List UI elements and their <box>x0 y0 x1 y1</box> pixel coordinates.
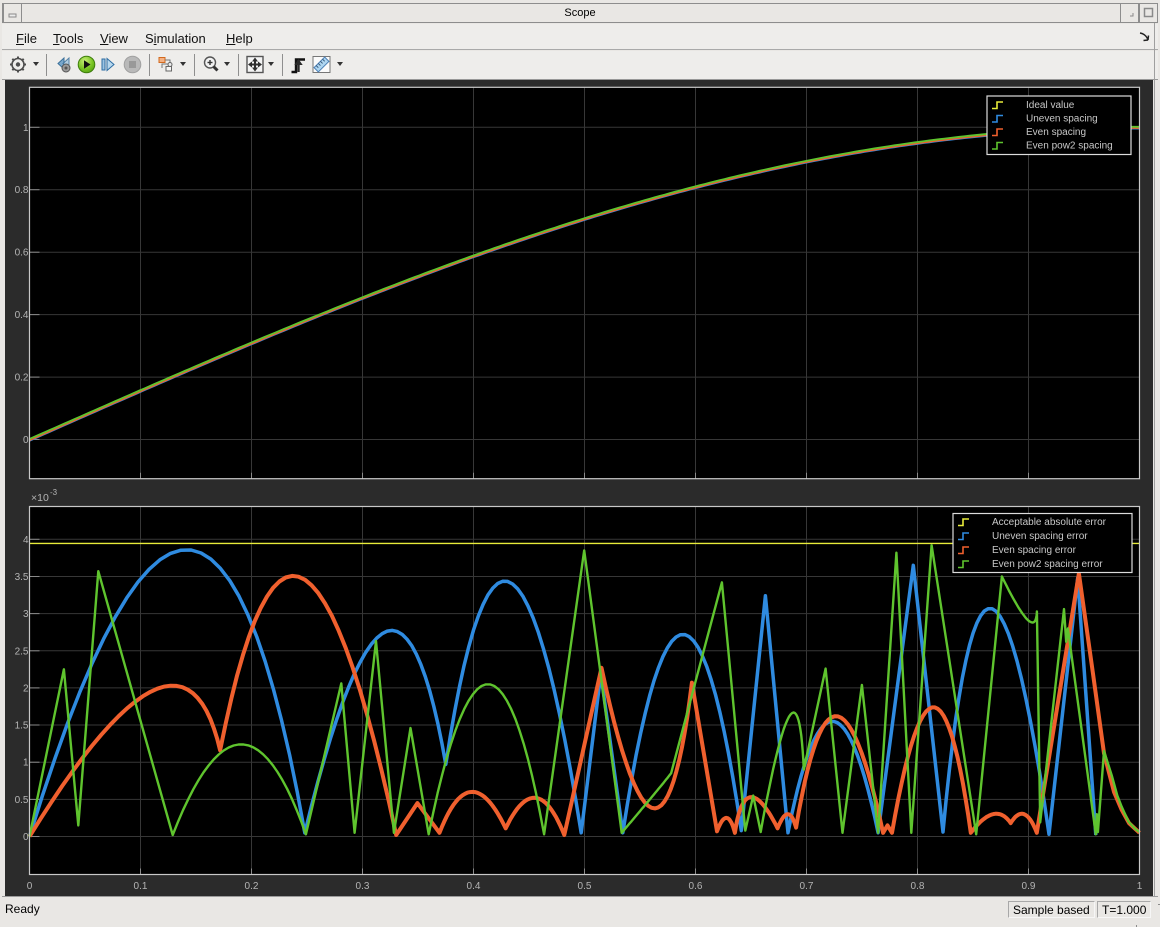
svg-text:0.2: 0.2 <box>245 881 259 892</box>
svg-text:0.9: 0.9 <box>1022 881 1036 892</box>
svg-text:1: 1 <box>23 758 29 769</box>
svg-text:0: 0 <box>23 435 29 446</box>
svg-text:Acceptable absolute error: Acceptable absolute error <box>992 517 1107 528</box>
svg-text:Even pow2 spacing error: Even pow2 spacing error <box>992 559 1103 570</box>
svg-text:-3: -3 <box>50 488 58 497</box>
svg-text:0.4: 0.4 <box>15 310 29 321</box>
svg-text:0.2: 0.2 <box>15 373 29 384</box>
svg-text:0: 0 <box>23 832 29 843</box>
svg-text:0.4: 0.4 <box>467 881 481 892</box>
svg-text:0.5: 0.5 <box>578 881 592 892</box>
svg-text:Even spacing: Even spacing <box>1026 127 1086 138</box>
svg-text:0.7: 0.7 <box>800 881 814 892</box>
svg-text:Ideal value: Ideal value <box>1026 100 1075 111</box>
svg-text:2.5: 2.5 <box>15 646 29 657</box>
svg-text:Even spacing error: Even spacing error <box>992 545 1077 556</box>
svg-text:Uneven spacing: Uneven spacing <box>1026 114 1098 125</box>
svg-text:4: 4 <box>23 535 29 546</box>
svg-text:Uneven spacing error: Uneven spacing error <box>992 531 1088 542</box>
svg-text:3.5: 3.5 <box>15 572 29 583</box>
svg-text:0: 0 <box>27 881 33 892</box>
svg-text:0.5: 0.5 <box>15 795 29 806</box>
svg-text:0.6: 0.6 <box>15 248 29 259</box>
svg-text:1.5: 1.5 <box>15 721 29 732</box>
svg-text:0.8: 0.8 <box>911 881 925 892</box>
svg-text:Even pow2 spacing: Even pow2 spacing <box>1026 141 1113 152</box>
svg-text:3: 3 <box>23 609 29 620</box>
svg-text:0.1: 0.1 <box>134 881 148 892</box>
svg-text:0.8: 0.8 <box>15 185 29 196</box>
svg-text:0.3: 0.3 <box>356 881 370 892</box>
svg-text:×10: ×10 <box>31 492 49 504</box>
svg-text:2: 2 <box>23 683 29 694</box>
svg-text:0.6: 0.6 <box>689 881 703 892</box>
svg-text:1: 1 <box>23 123 29 134</box>
svg-text:1: 1 <box>1137 881 1143 892</box>
